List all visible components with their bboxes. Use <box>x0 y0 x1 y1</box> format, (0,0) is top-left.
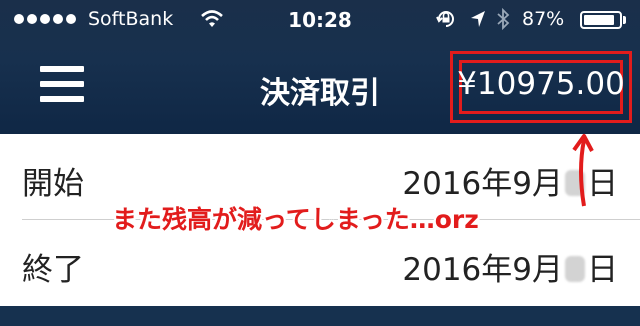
annotation-text: また残高が減ってしまった…orz <box>112 205 479 234</box>
location-arrow-icon <box>471 11 485 27</box>
battery-tip <box>623 16 626 24</box>
status-bar: SoftBank 10:28 87% <box>0 0 640 40</box>
battery-icon <box>580 11 622 29</box>
page-title: 決済取引 <box>260 76 380 111</box>
bottom-bar <box>0 306 640 326</box>
redacted-day <box>565 256 585 282</box>
orientation-lock-icon <box>436 11 454 27</box>
battery-percent: 87% <box>522 8 565 30</box>
app-header: SoftBank 10:28 87% 決済取引 ¥10975.00 <box>0 0 640 134</box>
annotation-arrow-icon <box>572 134 594 207</box>
start-date-label: 開始 <box>22 166 84 202</box>
end-date-label: 終了 <box>22 252 84 288</box>
hamburger-menu-icon[interactable] <box>40 66 84 106</box>
end-date-value: 2016年9月日 <box>402 252 618 288</box>
bluetooth-icon <box>497 7 510 31</box>
account-balance: ¥10975.00 <box>457 66 625 102</box>
